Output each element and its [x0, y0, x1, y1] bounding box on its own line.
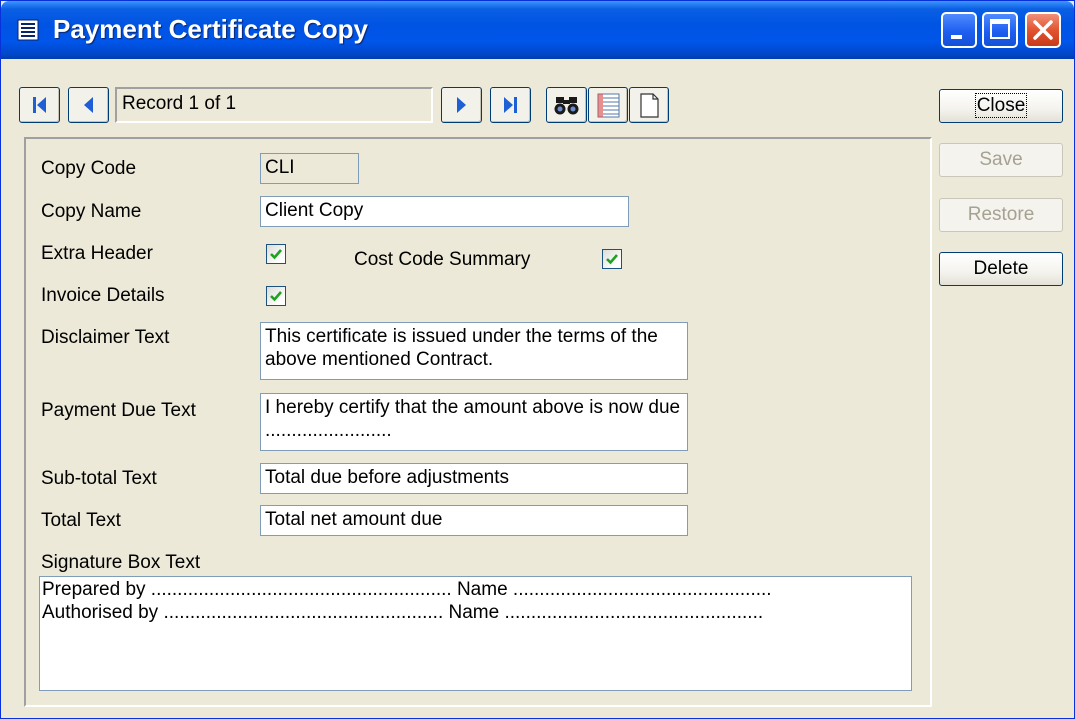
extra-header-label: Extra Header [41, 243, 153, 264]
new-document-icon [640, 93, 659, 118]
close-window-button[interactable] [1025, 12, 1061, 48]
payment-due-text-field[interactable]: I hereby certify that the amount above i… [260, 393, 688, 451]
copy-code-label: Copy Code [41, 158, 137, 179]
list-view-icon [597, 93, 620, 118]
previous-record-icon [84, 97, 93, 113]
cost-code-summary-label: Cost Code Summary [354, 249, 531, 270]
copy-code-field: CLI [260, 153, 359, 184]
subtotal-text-field[interactable]: Total due before adjustments [260, 463, 688, 494]
close-icon [1033, 20, 1053, 40]
payment-due-text-label: Payment Due Text [41, 400, 196, 421]
record-position-display: Record 1 of 1 [115, 87, 433, 123]
restore-button[interactable]: Restore [939, 198, 1063, 232]
cost-code-summary-checkbox[interactable] [602, 249, 622, 269]
checkmark-icon [270, 249, 282, 260]
close-button[interactable]: Close [939, 89, 1063, 123]
disclaimer-text-label: Disclaimer Text [41, 327, 170, 348]
signature-box-text-label: Signature Box Text [41, 552, 201, 573]
first-record-button[interactable] [19, 87, 60, 123]
minimize-icon [951, 35, 962, 39]
window-menu-icon[interactable] [17, 19, 39, 41]
new-record-button[interactable] [629, 87, 669, 123]
next-record-icon [457, 97, 466, 113]
minimize-button[interactable] [941, 12, 977, 48]
payment-certificate-copy-window: Payment Certificate Copy Record 1 of 1 C… [0, 0, 1075, 719]
signature-line: Prepared by ............................… [42, 579, 772, 600]
binoculars-icon [554, 97, 579, 115]
copy-name-label: Copy Name [41, 201, 142, 222]
save-button-label: Save [979, 149, 1023, 170]
checkmark-icon [606, 254, 618, 265]
copy-name-field[interactable]: Client Copy [260, 196, 629, 227]
total-text-field[interactable]: Total net amount due [260, 505, 688, 536]
total-text-label: Total Text [41, 510, 121, 531]
window-title: Payment Certificate Copy [53, 14, 368, 44]
extra-header-checkbox[interactable] [266, 244, 286, 264]
title-bar[interactable]: Payment Certificate Copy [1, 1, 1074, 59]
delete-button[interactable]: Delete [939, 252, 1063, 286]
last-record-button[interactable] [490, 87, 531, 123]
subtotal-text-label: Sub-total Text [41, 468, 157, 489]
restore-button-label: Restore [967, 204, 1035, 225]
previous-record-button[interactable] [68, 87, 109, 123]
maximize-icon [990, 19, 1010, 39]
last-record-icon [504, 97, 517, 113]
find-button[interactable] [546, 87, 587, 123]
list-view-button[interactable] [588, 87, 628, 123]
disclaimer-text-field[interactable]: This certificate is issued under the ter… [260, 322, 688, 380]
first-record-icon [33, 97, 46, 113]
invoice-details-label: Invoice Details [41, 285, 165, 306]
next-record-button[interactable] [441, 87, 482, 123]
checkmark-icon [270, 291, 282, 302]
signature-box-text-field[interactable]: Prepared by ............................… [39, 576, 912, 691]
save-button[interactable]: Save [939, 143, 1063, 177]
signature-line: Authorised by ..........................… [42, 602, 764, 623]
invoice-details-checkbox[interactable] [266, 286, 286, 306]
maximize-button[interactable] [982, 12, 1018, 48]
close-button-label: Close [974, 93, 1028, 118]
delete-button-label: Delete [973, 258, 1029, 279]
